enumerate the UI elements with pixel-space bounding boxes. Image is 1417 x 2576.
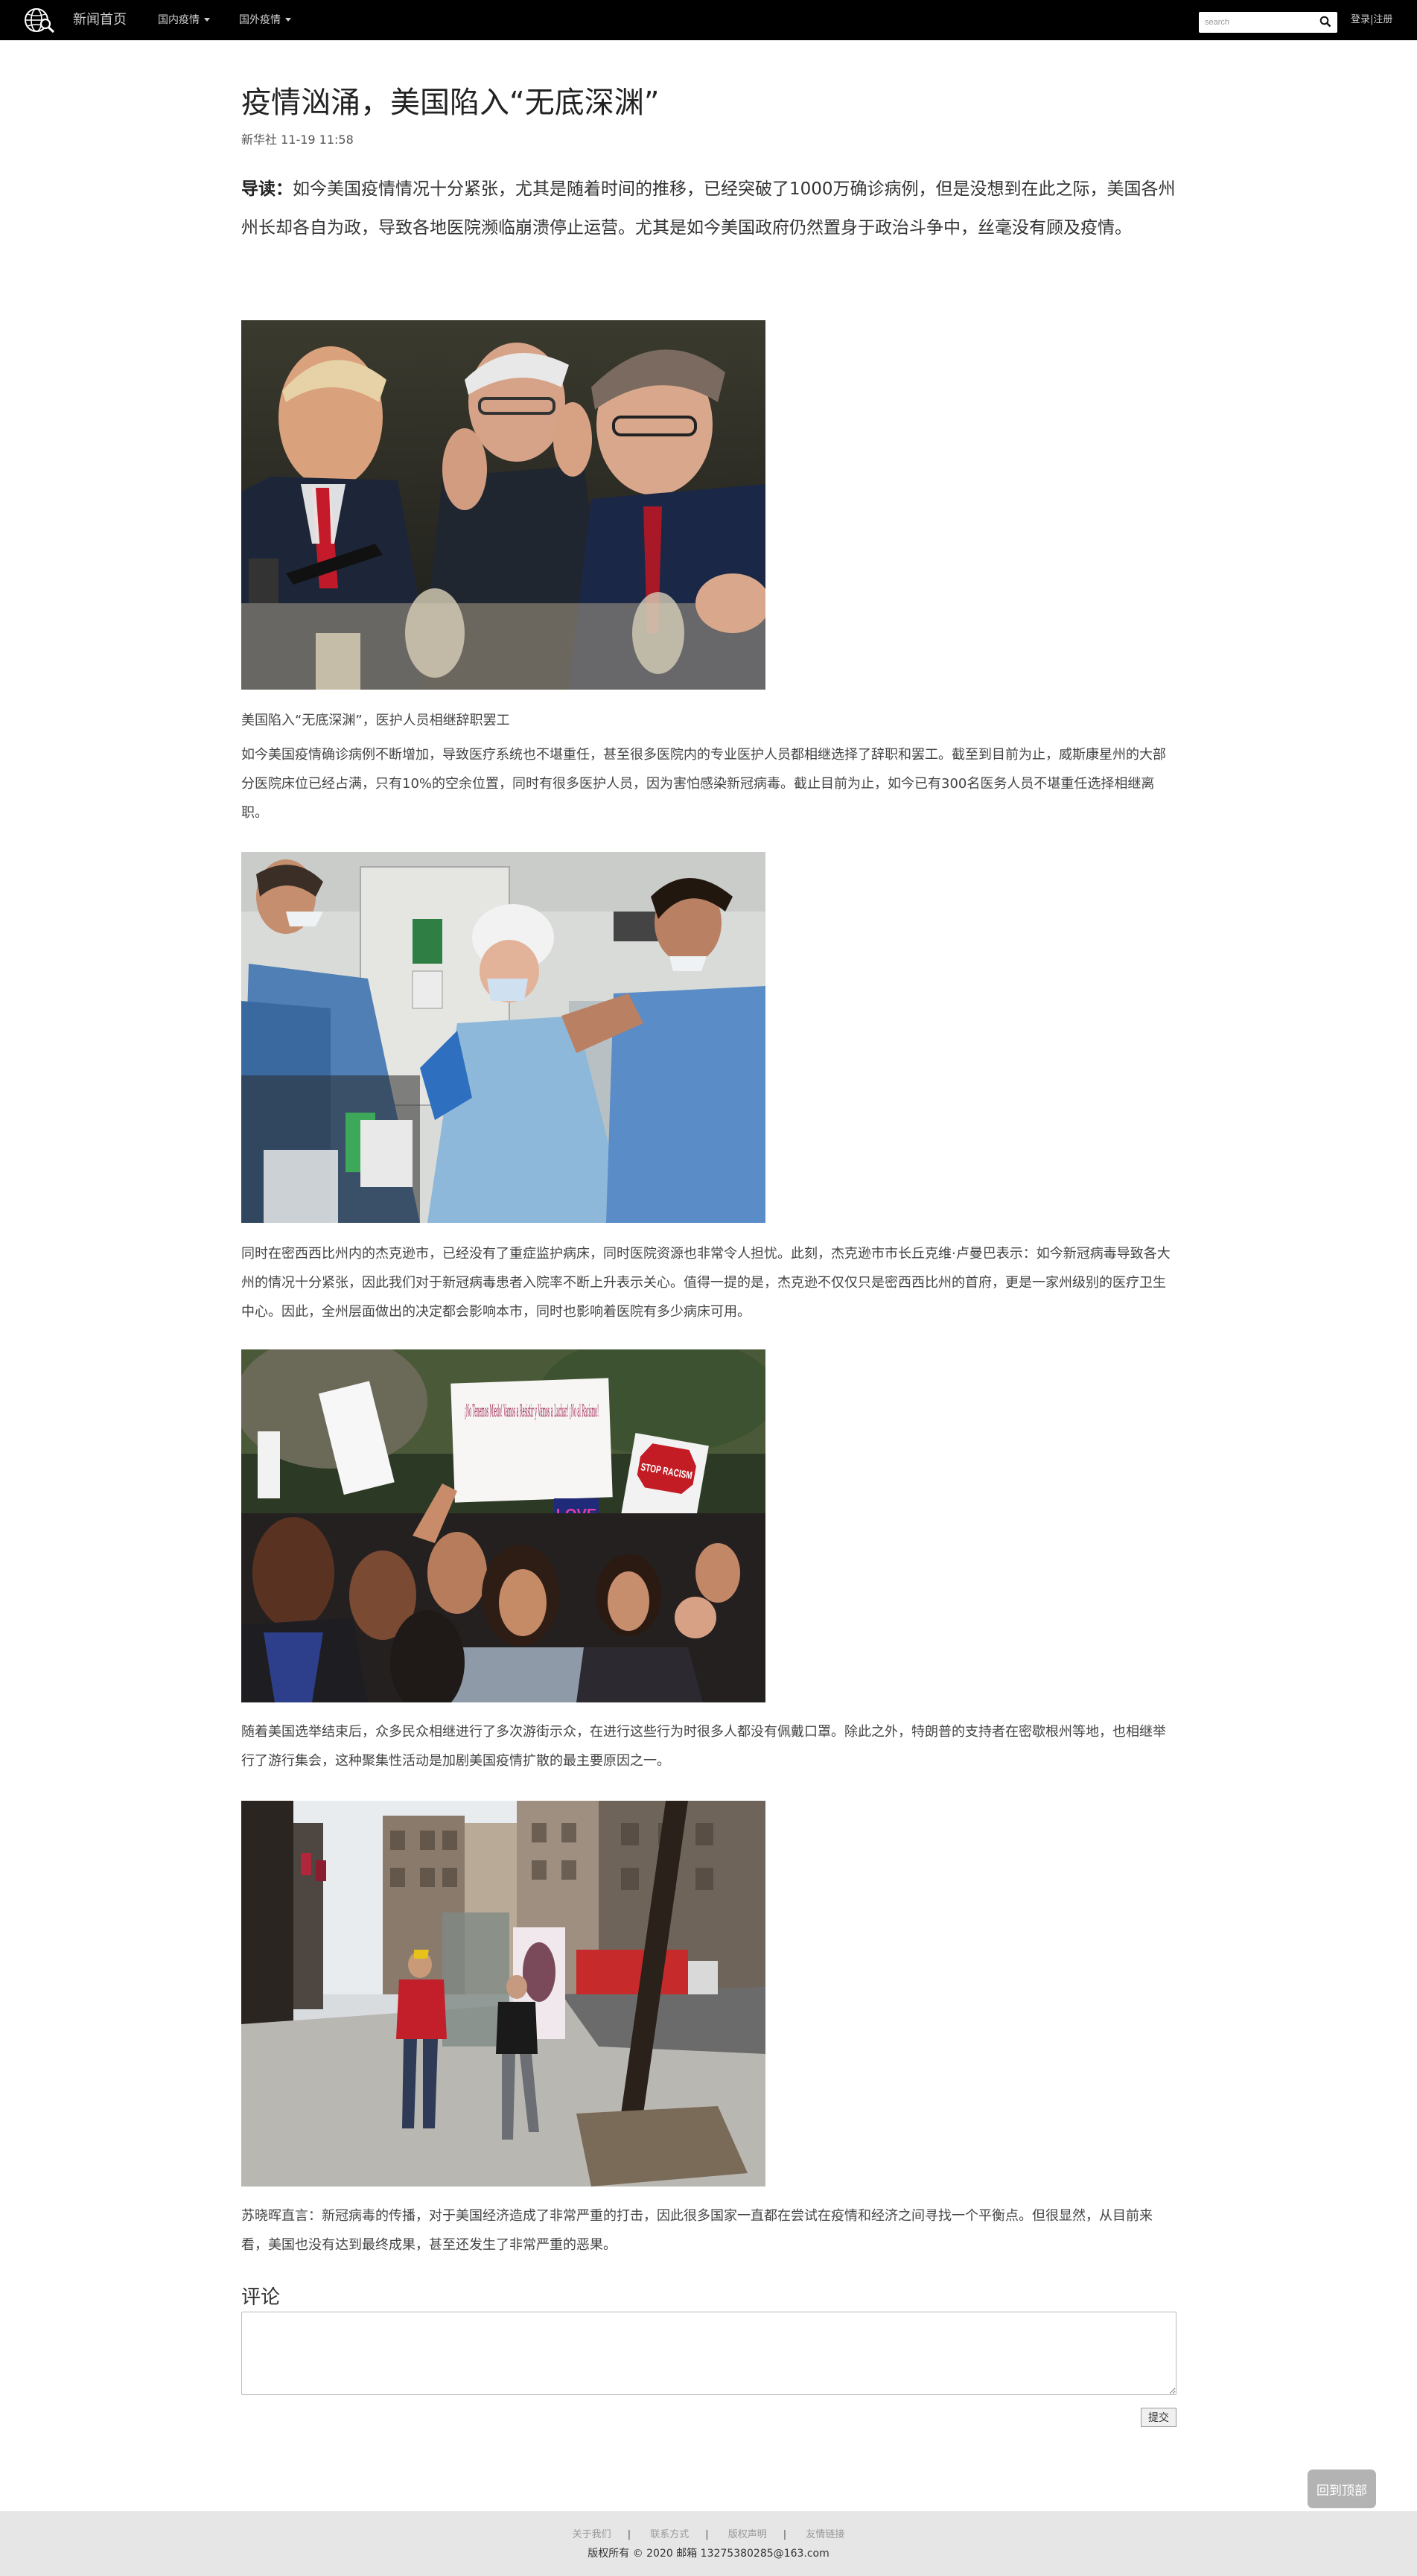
login-register-link[interactable]: 登录|注册 bbox=[1351, 13, 1392, 28]
sign-text: ¡No Tenemos Miedo! Vamos a Resistir y Va… bbox=[465, 1402, 599, 1421]
comment-textarea[interactable] bbox=[241, 2312, 1176, 2395]
footer-link-about[interactable]: 关于我们 bbox=[573, 2529, 611, 2540]
protest-sign-no-tenemos: ¡No Tenemos Miedo! Vamos a Resistir y Va… bbox=[450, 1378, 613, 1503]
nav-foreign-label: 国外疫情 bbox=[239, 14, 281, 26]
footer-links: 关于我们 | 联系方式 | 版权声明 | 友情链接 bbox=[0, 2526, 1417, 2540]
comments-heading: 评论 bbox=[241, 2286, 281, 2309]
caret-down-icon bbox=[204, 18, 210, 22]
photo-street-protest: ¡No Tenemos Miedo! Vamos a Resistir y Va… bbox=[241, 1349, 765, 1702]
footer-separator: | bbox=[627, 2529, 631, 2540]
footer-link-copyright[interactable]: 版权声明 bbox=[728, 2529, 767, 2540]
article: 疫情汹涌，美国陷入“无底深渊” 新华社 11-19 11:58 导读：如今美国疫… bbox=[241, 82, 1176, 247]
article-lead: 导读：如今美国疫情情况十分紧张，尤其是随着时间的推移，已经突破了1000万确诊病… bbox=[241, 170, 1176, 247]
article-paragraph: 如今美国疫情确诊病例不断增加，导致医疗系统也不堪重任，甚至很多医院内的专业医护人… bbox=[241, 747, 1166, 821]
footer-separator: | bbox=[783, 2529, 787, 2540]
article-paragraph: 同时在密西西比州内的杰克逊市，已经没有了重症监护病床，同时医院资源也非常令人担忧… bbox=[241, 1246, 1171, 1320]
lead-text: 如今美国疫情情况十分紧张，尤其是随着时间的推移，已经突破了1000万确诊病例，但… bbox=[241, 179, 1176, 238]
article-paragraph: 苏晓晖直言：新冠病毒的传播，对于美国经济造成了非常严重的打击，因此很多国家一直都… bbox=[241, 2208, 1153, 2253]
nav-dropdown-domestic[interactable]: 国内疫情 bbox=[158, 13, 210, 28]
footer-separator: | bbox=[705, 2529, 709, 2540]
article-title: 疫情汹涌，美国陷入“无底深渊” bbox=[241, 86, 660, 120]
caret-down-icon bbox=[285, 18, 291, 22]
footer: 关于我们 | 联系方式 | 版权声明 | 友情链接 版权所有 © 2020 邮箱 13… bbox=[0, 2511, 1417, 2576]
top-navbar: 新闻首页 国内疫情 国外疫情 登录|注册 bbox=[0, 0, 1417, 40]
photo-city-street bbox=[241, 1801, 765, 2187]
photo-medical-workers bbox=[241, 852, 765, 1223]
nav-domestic-label: 国内疫情 bbox=[158, 14, 200, 26]
photo-caption: 美国陷入“无底深渊”，医护人员相继辞职罢工 bbox=[241, 713, 510, 728]
lead-label: 导读： bbox=[241, 179, 293, 199]
footer-link-contact[interactable]: 联系方式 bbox=[650, 2529, 689, 2540]
protest-sign-stop-racism: STOP RACISM bbox=[621, 1433, 709, 1527]
copyright-text: 版权所有 © 2020 邮箱 13275380285@163.com bbox=[588, 2548, 829, 2560]
nav-dropdown-foreign[interactable]: 国外疫情 bbox=[239, 13, 291, 28]
search-box bbox=[1199, 12, 1337, 33]
photo-officials-meeting bbox=[241, 320, 765, 690]
article-paragraph: 随着美国选举结束后，众多民众相继进行了多次游街示众，在进行这些行为时很多人都没有… bbox=[241, 1724, 1166, 1769]
article-meta: 新华社 11-19 11:58 bbox=[241, 133, 354, 147]
globe-search-logo-icon[interactable] bbox=[22, 6, 57, 34]
search-button[interactable] bbox=[1316, 14, 1334, 31]
back-to-top-button[interactable]: 回到顶部 bbox=[1308, 2470, 1376, 2508]
search-icon bbox=[1319, 16, 1331, 27]
submit-comment-button[interactable]: 提交 bbox=[1141, 2408, 1176, 2427]
search-input[interactable] bbox=[1199, 12, 1312, 33]
footer-link-friends[interactable]: 友情链接 bbox=[806, 2529, 844, 2540]
comment-actions: 提交 bbox=[241, 2407, 1176, 2428]
nav-home-link[interactable]: 新闻首页 bbox=[73, 11, 127, 29]
